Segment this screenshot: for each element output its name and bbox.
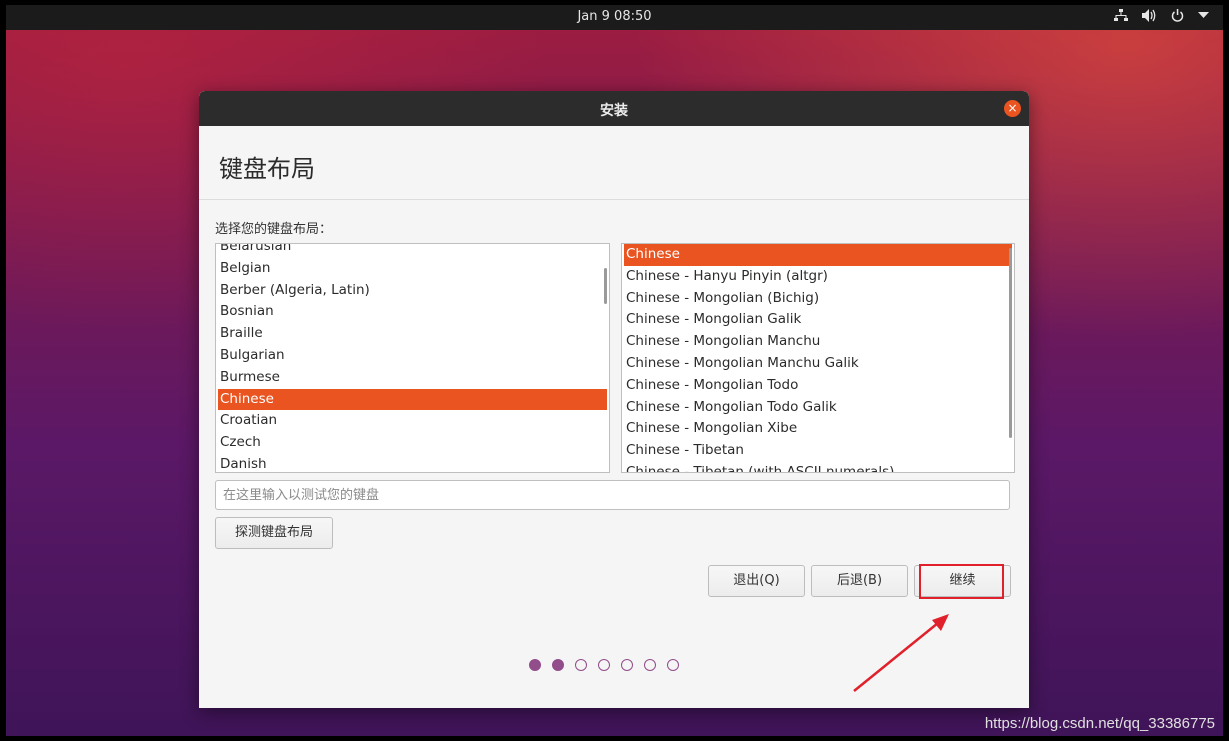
variant-list-item[interactable]: Chinese - Mongolian Manchu <box>622 331 1014 353</box>
variant-list-scrollbar[interactable] <box>1009 248 1012 438</box>
progress-dot <box>644 659 656 671</box>
back-button[interactable]: 后退(B) <box>811 565 908 597</box>
progress-dot <box>552 659 564 671</box>
variant-list-rows: Chinese Chinese - Hanyu Pinyin (altgr) Chi… <box>622 244 1014 472</box>
top-bar: Jan 9 08:50 <box>6 5 1223 30</box>
layout-list-item[interactable]: Bosnian <box>216 301 609 323</box>
layout-list-item[interactable]: Belarusian <box>216 244 609 258</box>
page-title: 键盘布局 <box>219 155 315 183</box>
variant-list-item[interactable]: Chinese - Mongolian Galik <box>622 309 1014 331</box>
variant-list-item[interactable]: Chinese - Mongolian Xibe <box>622 418 1014 440</box>
keyboard-test-input[interactable] <box>215 480 1010 510</box>
variant-list[interactable]: Chinese Chinese - Hanyu Pinyin (altgr) Chi… <box>621 243 1015 473</box>
window-title: 安装 <box>600 103 628 119</box>
menu-arrow-icon[interactable] <box>1198 12 1209 19</box>
layout-list-item[interactable]: Chinese <box>218 388 607 411</box>
layout-list-item[interactable]: Berber (Algeria, Latin) <box>216 280 609 302</box>
variant-list-item[interactable]: Chinese - Mongolian (Bichig) <box>622 288 1014 310</box>
progress-dot <box>529 659 541 671</box>
layout-list-rows: Belarusian Belgian Berber (Algeria, Latin)… <box>216 244 609 472</box>
progress-dot <box>621 659 633 671</box>
header-divider <box>199 199 1029 200</box>
progress-dot <box>598 659 610 671</box>
continue-button[interactable]: 继续 <box>914 565 1011 597</box>
detect-layout-button[interactable]: 探测键盘布局 <box>215 517 333 549</box>
network-icon[interactable] <box>1114 9 1128 22</box>
system-tray[interactable] <box>1114 9 1209 22</box>
progress-dot <box>575 659 587 671</box>
layout-list[interactable]: Belarusian Belgian Berber (Algeria, Latin)… <box>215 243 610 473</box>
variant-list-item[interactable]: Chinese - Mongolian Todo Galik <box>622 397 1014 419</box>
layout-list-scrollbar[interactable] <box>604 268 607 304</box>
layout-list-item[interactable]: Belgian <box>216 258 609 280</box>
quit-button[interactable]: 退出(Q) <box>708 565 805 597</box>
window-titlebar[interactable]: 安装 × <box>199 91 1029 126</box>
power-icon[interactable] <box>1171 9 1184 22</box>
layout-list-item[interactable]: Danish <box>216 454 609 472</box>
layout-prompt-label: 选择您的键盘布局： <box>215 222 333 237</box>
layout-list-item[interactable]: Bulgarian <box>216 345 609 367</box>
watermark: https://blog.csdn.net/qq_33386775 <box>984 715 1215 732</box>
variant-list-item[interactable]: Chinese - Hanyu Pinyin (altgr) <box>622 266 1014 288</box>
volume-icon[interactable] <box>1142 9 1157 22</box>
layout-list-item[interactable]: Croatian <box>216 410 609 432</box>
layout-list-item[interactable]: Czech <box>216 432 609 454</box>
clock[interactable]: Jan 9 08:50 <box>6 9 1223 24</box>
variant-list-item[interactable]: Chinese - Mongolian Manchu Galik <box>622 353 1014 375</box>
close-button[interactable]: × <box>1004 100 1021 117</box>
variant-list-item[interactable]: Chinese - Mongolian Todo <box>622 375 1014 397</box>
variant-list-item[interactable]: Chinese <box>624 244 1012 266</box>
progress-dots <box>529 659 679 671</box>
progress-dot <box>667 659 679 671</box>
layout-list-item[interactable]: Burmese <box>216 367 609 389</box>
variant-list-item[interactable]: Chinese - Tibetan (with ASCII numerals) <box>622 462 1014 472</box>
desktop: Jan 9 08:50 安装 × 键盘布局 选择您的键盘布局： Belarusi… <box>6 5 1223 736</box>
variant-list-item[interactable]: Chinese - Tibetan <box>622 440 1014 462</box>
installer-window: 安装 × 键盘布局 选择您的键盘布局： Belarusian Belgian Ber… <box>199 91 1029 708</box>
layout-list-item[interactable]: Braille <box>216 323 609 345</box>
